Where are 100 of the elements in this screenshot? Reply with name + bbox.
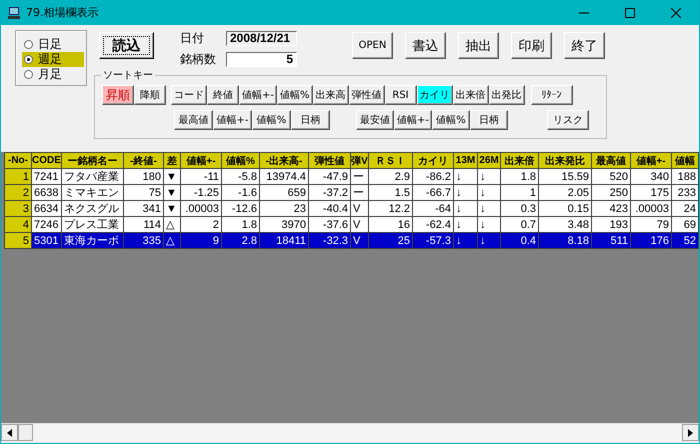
column-header[interactable]: ー銘柄名ー xyxy=(62,152,124,168)
sort-key-button[interactable]: 最高値 xyxy=(174,110,213,130)
column-header[interactable]: 出来倍 xyxy=(500,152,538,168)
table-cell: -47.9 xyxy=(308,168,350,184)
table-cell: 52 xyxy=(672,232,698,248)
table-row[interactable]: 4 7246 プレス工業 114 △ 2 1.8 3970 -37.6 V 16 -62.4 ↓ ↓ 0.7 3.48 193 79 69 xyxy=(4,216,698,232)
table-row[interactable]: 2 6638 ミマキエン 75 ▼ -1.25 -1.6 659 -37.2 ー 1.5 -66.7 ↓ ↓ 1 2.05 250 175 233 xyxy=(4,184,698,200)
table-row[interactable]: 3 6634 ネクスグル 341 ▼ .00003 -12.6 23 -40.4 V 12.2 -64 ↓ ↓ 0.3 0.15 423 .00003 24 xyxy=(4,200,698,216)
sort-key-button[interactable]: 弾性値 xyxy=(348,85,385,105)
table-cell: 12.2 xyxy=(368,200,412,216)
return-button[interactable]: ﾘﾀｰﾝ xyxy=(530,85,573,105)
column-header[interactable]: 最高値 xyxy=(592,152,630,168)
action-button[interactable]: 抽出 xyxy=(458,32,499,59)
column-header[interactable]: カイリ xyxy=(412,152,454,168)
column-header[interactable]: 値幅+- xyxy=(180,152,222,168)
table-cell: 0.15 xyxy=(538,200,592,216)
period-radio[interactable]: 週足 xyxy=(22,52,84,67)
table-cell: 7241 xyxy=(32,168,62,184)
column-header[interactable]: 値幅 xyxy=(672,152,698,168)
table-cell: 2 xyxy=(180,216,222,232)
period-radio[interactable]: 月足 xyxy=(22,67,84,82)
table-cell: 25 xyxy=(368,232,412,248)
sort-key-button[interactable]: 日柄 xyxy=(291,110,330,130)
sort-key-button[interactable]: カイリ xyxy=(416,85,453,105)
column-header[interactable]: CODE xyxy=(32,152,62,168)
action-button[interactable]: OPEN xyxy=(352,32,393,59)
row-number: 3 xyxy=(4,200,32,216)
column-header[interactable]: 弾性値 xyxy=(308,152,350,168)
sort-order-button[interactable]: 昇順 xyxy=(102,85,134,105)
table-cell: 0.7 xyxy=(500,216,538,232)
table-cell: 5301 xyxy=(32,232,62,248)
scroll-thumb[interactable] xyxy=(18,424,33,441)
horizontal-scrollbar[interactable] xyxy=(1,423,699,441)
table-cell: 18411 xyxy=(260,232,308,248)
risk-button[interactable]: リスク xyxy=(547,110,589,130)
table-cell: 176 xyxy=(630,232,672,248)
sort-key-button[interactable]: 出発比 xyxy=(488,85,525,105)
stock-count-field[interactable]: 5 xyxy=(226,52,297,67)
column-header[interactable]: 26M xyxy=(478,152,500,168)
table-cell: 7246 xyxy=(32,216,62,232)
column-header[interactable]: -出来高- xyxy=(260,152,308,168)
table-cell: 1 xyxy=(500,184,538,200)
column-header[interactable]: 差 xyxy=(164,152,180,168)
action-button[interactable]: 書込 xyxy=(405,32,446,59)
sort-key-button[interactable]: 値幅+- xyxy=(213,110,252,130)
table-cell: ↓ xyxy=(478,216,500,232)
table-cell: 79 xyxy=(630,216,672,232)
date-field[interactable]: 2008/12/21 xyxy=(226,31,297,46)
table-cell: ↓ xyxy=(454,168,478,184)
column-header[interactable]: 13M xyxy=(454,152,478,168)
column-header[interactable]: 値幅+- xyxy=(630,152,672,168)
table-cell: プレス工業 xyxy=(62,216,124,232)
sort-key-button[interactable]: 最安値 xyxy=(356,110,394,130)
table-cell: 75 xyxy=(124,184,164,200)
table-cell: ネクスグル xyxy=(62,200,124,216)
table-cell: 東海カーボ xyxy=(62,232,124,248)
sort-key-button[interactable]: 値幅% xyxy=(252,110,291,130)
sort-key-button[interactable]: 出来高 xyxy=(312,85,349,105)
load-button[interactable]: 読込 xyxy=(99,32,154,59)
table-cell: -1.6 xyxy=(222,184,260,200)
table-cell: -64 xyxy=(412,200,454,216)
table-cell: ↓ xyxy=(454,216,478,232)
column-header[interactable]: 出来発比 xyxy=(538,152,592,168)
table-row[interactable]: 1 7241 フタバ産業 180 ▼ -11 -5.8 13974.4 -47.9 ー 2.9 -86.2 ↓ ↓ 1.8 15.59 520 340 188 xyxy=(4,168,698,184)
scroll-left-button[interactable] xyxy=(1,424,18,441)
column-header[interactable]: -No- xyxy=(4,152,32,168)
column-header[interactable]: -終値- xyxy=(124,152,164,168)
maximize-icon xyxy=(625,8,635,18)
table-cell: -32.3 xyxy=(308,232,350,248)
table-cell: 193 xyxy=(592,216,630,232)
sort-key-button[interactable]: 値幅+- xyxy=(394,110,432,130)
sort-key-button[interactable]: RSI xyxy=(384,85,417,105)
table-cell: ↓ xyxy=(454,232,478,248)
table-cell: 2.05 xyxy=(538,184,592,200)
column-header[interactable]: 弾V xyxy=(350,152,368,168)
scroll-right-button[interactable] xyxy=(682,424,699,441)
sort-key-button[interactable]: 出来倍 xyxy=(452,85,489,105)
sort-key-button[interactable]: 日柄 xyxy=(470,110,508,130)
table-cell: 15.59 xyxy=(538,168,592,184)
table-cell: -57.3 xyxy=(412,232,454,248)
table-cell: 188 xyxy=(672,168,698,184)
table-cell: 233 xyxy=(672,184,698,200)
table-cell: 0.4 xyxy=(500,232,538,248)
table-cell: -86.2 xyxy=(412,168,454,184)
sort-key-button[interactable]: 終値 xyxy=(207,85,239,105)
action-button[interactable]: 終了 xyxy=(564,32,605,59)
action-button[interactable]: 印刷 xyxy=(511,32,552,59)
sort-order-button[interactable]: 降順 xyxy=(134,85,166,105)
table-cell: 3.48 xyxy=(538,216,592,232)
table-row[interactable]: 5 5301 東海カーボ 335 △ 9 2.8 18411 -32.3 V 25 -57.3 ↓ ↓ 0.4 8.18 511 176 52 xyxy=(4,232,698,248)
column-header[interactable]: 値幅% xyxy=(222,152,260,168)
table-cell: 6634 xyxy=(32,200,62,216)
sort-key-button[interactable]: コード xyxy=(171,85,207,105)
column-header[interactable]: ＲＳＩ xyxy=(368,152,412,168)
sort-key-button[interactable]: 値幅% xyxy=(432,110,470,130)
period-radio[interactable]: 日足 xyxy=(22,37,84,52)
sort-key-button[interactable]: 値幅% xyxy=(277,85,313,105)
table-cell: ↓ xyxy=(478,200,500,216)
sort-key-button[interactable]: 値幅+- xyxy=(239,85,277,105)
table-cell: -11 xyxy=(180,168,222,184)
